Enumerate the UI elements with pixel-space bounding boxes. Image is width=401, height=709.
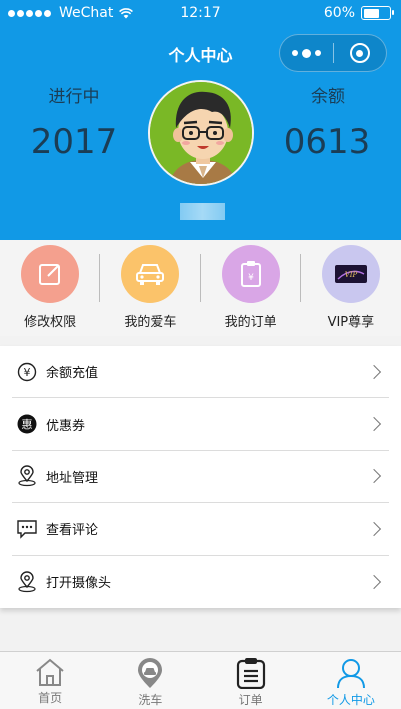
quick-actions: 修改权限 我的爱车 ¥ 我的订单 VIP VIP尊享 bbox=[0, 240, 401, 336]
menu-list: ¥ 余额充值 惠 优惠券 地址管理 查看评论 打开摄像头 bbox=[0, 346, 401, 608]
chevron-right-icon bbox=[366, 469, 382, 484]
order-icon bbox=[236, 658, 265, 689]
tab-car-wash[interactable]: 洗车 bbox=[100, 652, 200, 709]
svg-text:VIP: VIP bbox=[345, 271, 358, 279]
avatar-illustration bbox=[150, 82, 252, 184]
mini-program-capsule[interactable] bbox=[279, 34, 387, 72]
tab-bar: 首页 洗车 订单 个人中心 bbox=[0, 651, 401, 709]
battery-fill bbox=[363, 8, 379, 18]
clipboard-yen-icon: ¥ bbox=[240, 261, 261, 287]
location-pin-icon bbox=[16, 465, 38, 487]
balance-label: 余额 bbox=[311, 87, 345, 107]
svg-text:惠: 惠 bbox=[22, 417, 33, 431]
battery-icon bbox=[361, 6, 394, 20]
chevron-right-icon bbox=[366, 364, 382, 379]
quick-action-edit-permissions[interactable]: 修改权限 bbox=[0, 240, 101, 336]
menu-item-label: 打开摄像头 bbox=[46, 576, 112, 592]
close-ring-icon bbox=[349, 43, 370, 63]
menu-item-label: 查看评论 bbox=[46, 523, 99, 539]
home-icon bbox=[36, 658, 64, 686]
svg-text:¥: ¥ bbox=[24, 366, 31, 379]
quick-action-label: VIP尊享 bbox=[327, 315, 375, 330]
quick-action-my-orders[interactable]: ¥ 我的订单 bbox=[201, 240, 301, 336]
menu-item-coupons[interactable]: 惠 优惠券 bbox=[12, 398, 389, 451]
status-right: 60% bbox=[323, 5, 394, 21]
quick-action-label: 我的订单 bbox=[224, 315, 277, 330]
quick-action-my-car[interactable]: 我的爱车 bbox=[100, 240, 201, 336]
quick-action-circle: ¥ bbox=[221, 245, 280, 303]
tab-orders[interactable]: 订单 bbox=[201, 652, 301, 709]
coupon-icon: 惠 bbox=[16, 413, 38, 435]
tab-label: 洗车 bbox=[138, 693, 163, 707]
yen-circle-icon: ¥ bbox=[16, 361, 38, 383]
menu-item-label: 余额充值 bbox=[46, 366, 99, 382]
username-redacted bbox=[180, 203, 225, 220]
tab-label: 订单 bbox=[238, 693, 263, 707]
quick-action-label: 我的爱车 bbox=[124, 315, 177, 330]
in-progress-label: 进行中 bbox=[48, 87, 100, 107]
tab-home[interactable]: 首页 bbox=[0, 652, 100, 709]
svg-text:¥: ¥ bbox=[248, 273, 254, 283]
menu-item-address[interactable]: 地址管理 bbox=[12, 451, 389, 504]
menu-item-recharge[interactable]: ¥ 余额充值 bbox=[12, 346, 389, 399]
battery-percent: 60% bbox=[323, 5, 355, 21]
vip-card-icon: VIP bbox=[334, 265, 367, 283]
edit-icon bbox=[39, 264, 61, 285]
in-progress-value[interactable]: 2017 bbox=[14, 122, 134, 162]
comment-icon bbox=[16, 518, 38, 540]
car-icon bbox=[136, 264, 165, 285]
camera-pin-icon bbox=[16, 571, 38, 593]
menu-item-camera[interactable]: 打开摄像头 bbox=[12, 556, 389, 608]
chevron-right-icon bbox=[366, 521, 382, 536]
menu-item-label: 优惠券 bbox=[46, 418, 86, 434]
chevron-right-icon bbox=[366, 574, 382, 589]
balance-value[interactable]: 0613 bbox=[267, 122, 387, 162]
user-icon bbox=[336, 659, 365, 689]
menu-item-comments[interactable]: 查看评论 bbox=[12, 503, 389, 556]
chevron-right-icon bbox=[366, 417, 382, 432]
menu-item-label: 地址管理 bbox=[46, 470, 99, 486]
quick-action-circle bbox=[21, 245, 80, 303]
quick-action-circle: VIP bbox=[321, 245, 380, 303]
wash-car-icon bbox=[138, 658, 163, 688]
status-bar: WeChat 12:17 60% bbox=[0, 0, 401, 30]
close-mini-program-button[interactable] bbox=[333, 35, 386, 71]
tab-label: 首页 bbox=[38, 691, 63, 705]
avatar[interactable] bbox=[148, 80, 254, 186]
tab-label: 个人中心 bbox=[326, 693, 375, 707]
more-icon[interactable] bbox=[280, 35, 333, 71]
quick-action-circle bbox=[121, 245, 180, 303]
quick-action-vip[interactable]: VIP VIP尊享 bbox=[301, 240, 401, 336]
quick-action-label: 修改权限 bbox=[24, 315, 77, 330]
tab-profile[interactable]: 个人中心 bbox=[301, 652, 401, 709]
profile-header: WeChat 12:17 60% 个人中心 进行中 2017 余额 0613 bbox=[0, 0, 401, 240]
